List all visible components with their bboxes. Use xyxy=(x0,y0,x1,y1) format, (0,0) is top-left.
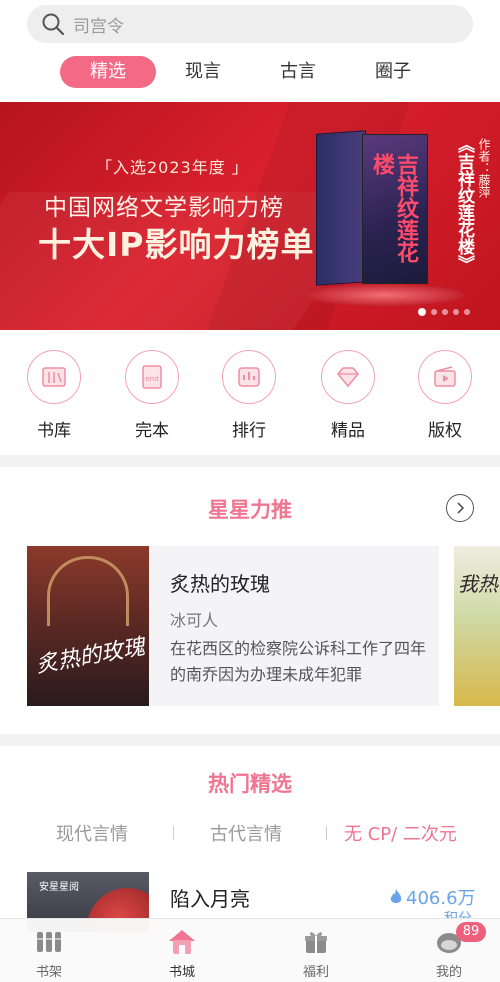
end-book-icon: end xyxy=(125,350,179,404)
banner-headline: 十大IP影响力榜单 xyxy=(38,225,315,264)
book-score: 406.6万 xyxy=(388,884,476,910)
chevron-right-icon xyxy=(457,502,465,514)
nav-label: 福利 xyxy=(302,965,329,980)
subtab-no-cp[interactable]: 无 CP/ 二次元 xyxy=(344,820,457,846)
category-label: 版权 xyxy=(428,421,462,441)
category-label: 书库 xyxy=(37,421,71,441)
section-divider xyxy=(0,734,500,746)
search-icon xyxy=(42,13,65,36)
subtab-modern-romance[interactable]: 现代言情 xyxy=(56,820,128,846)
subtab-divider xyxy=(326,826,327,840)
cover-logo: 安星星阅 xyxy=(39,882,79,893)
section-divider xyxy=(0,455,500,467)
next-book-cover-image[interactable]: 我热 xyxy=(454,546,500,706)
book-cover-image: 吉祥纹莲花楼 xyxy=(362,134,428,284)
section-title-recommend: 星星力推 xyxy=(208,498,292,522)
search-placeholder: 司宫令 xyxy=(73,16,124,37)
cover-decoration xyxy=(47,556,129,626)
book-author: 冰可人 xyxy=(170,611,219,630)
subtab-ancient-romance[interactable]: 古代言情 xyxy=(210,820,282,846)
more-button[interactable] xyxy=(446,494,474,522)
category-label: 精品 xyxy=(331,421,365,441)
nav-welfare[interactable]: 福利 xyxy=(281,927,351,980)
nav-bookstore[interactable]: 书城 xyxy=(147,927,217,980)
film-icon xyxy=(418,350,472,404)
bookshelf-icon xyxy=(14,927,84,957)
book-box-image xyxy=(316,130,366,286)
book-cover-image[interactable]: 炙热的玫瑰 xyxy=(27,546,149,706)
nav-label: 书城 xyxy=(168,965,195,980)
banner-book-author: 作者：藤萍 xyxy=(477,138,491,198)
tab-featured[interactable]: 精选 xyxy=(60,56,156,88)
hot-subtabs: 现代言情 古代言情 无 CP/ 二次元 xyxy=(0,820,500,846)
cover-title: 炙热的玫瑰 xyxy=(34,634,147,679)
book-title[interactable]: 炙热的玫瑰 xyxy=(170,568,270,597)
tab-modern[interactable]: 现言 xyxy=(178,56,228,88)
promo-banner[interactable]: 「入选2023年度 」 中国网络文学影响力榜 十大IP影响力榜单 吉祥纹莲花楼 … xyxy=(0,102,500,330)
top-tabs: 精选 现言 古言 圈子 xyxy=(0,56,500,90)
cover-title: 我热 xyxy=(458,572,498,596)
library-icon xyxy=(27,350,81,404)
category-ranking[interactable]: 排行 xyxy=(221,350,277,441)
notification-badge: 89 xyxy=(456,922,486,942)
search-bar[interactable]: 司宫令 xyxy=(27,5,473,43)
pagination-dot[interactable] xyxy=(442,309,448,315)
book-cover-title: 吉祥纹莲花楼 xyxy=(369,153,418,263)
nav-label: 我的 xyxy=(435,965,462,980)
pagination-dot[interactable] xyxy=(464,309,470,315)
tab-ancient[interactable]: 古言 xyxy=(273,56,323,88)
subtab-divider xyxy=(173,826,174,840)
category-complete[interactable]: end 完本 xyxy=(124,350,180,441)
banner-tag: 「入选2023年度 」 xyxy=(96,158,249,177)
bookstore-icon xyxy=(147,927,217,957)
banner-pagination xyxy=(418,308,470,316)
section-title-hot: 热门精选 xyxy=(208,772,292,796)
category-premium[interactable]: 精品 xyxy=(320,350,376,441)
pagination-dot[interactable] xyxy=(431,309,437,315)
category-library[interactable]: 书库 xyxy=(26,350,82,441)
banner-subtitle: 中国网络文学影响力榜 xyxy=(44,195,284,221)
nav-label: 书架 xyxy=(35,965,62,980)
category-label: 完本 xyxy=(135,421,169,441)
tab-circle[interactable]: 圈子 xyxy=(368,56,418,88)
pagination-dot[interactable] xyxy=(418,308,426,316)
diamond-icon xyxy=(321,350,375,404)
ranking-icon xyxy=(222,350,276,404)
category-label: 排行 xyxy=(232,421,266,441)
category-copyright[interactable]: 版权 xyxy=(417,350,473,441)
gift-icon xyxy=(281,927,351,957)
podium-image xyxy=(304,284,464,306)
pagination-dot[interactable] xyxy=(453,309,459,315)
score-value: 406.6万 xyxy=(406,888,476,909)
banner-book-title: 《吉祥纹莲花楼》 xyxy=(454,136,474,272)
bottom-nav: 书架 书城 福利 我的 xyxy=(0,918,500,982)
book-description: 在花西区的检察院公诉科工作了四年的南乔因为办理未成年犯罪 xyxy=(170,639,427,684)
book-title[interactable]: 陷入月亮 xyxy=(170,883,250,912)
svg-text:end: end xyxy=(145,375,158,383)
flame-icon xyxy=(390,889,402,903)
nav-bookshelf[interactable]: 书架 xyxy=(14,927,84,980)
